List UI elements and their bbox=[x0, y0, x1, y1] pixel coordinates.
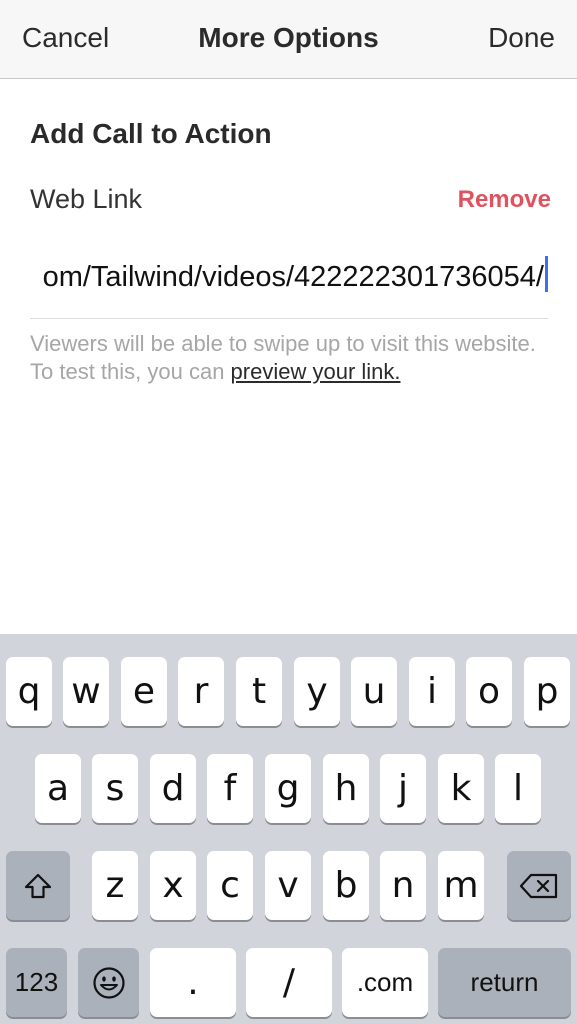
help-text: Viewers will be able to swipe up to visi… bbox=[30, 330, 550, 386]
preview-link[interactable]: preview your link. bbox=[231, 359, 401, 384]
keyboard: q w e r t y u i o p a s d f g h j k l z … bbox=[0, 634, 577, 1024]
key-y[interactable]: y bbox=[294, 657, 340, 726]
return-key[interactable]: return bbox=[438, 948, 571, 1017]
key-z[interactable]: z bbox=[92, 851, 138, 920]
key-h[interactable]: h bbox=[323, 754, 369, 823]
numbers-key[interactable]: 123 bbox=[6, 948, 67, 1017]
key-j[interactable]: j bbox=[380, 754, 426, 823]
emoji-icon bbox=[92, 966, 126, 1000]
url-input[interactable]: om/Tailwind/videos/422222301736054/ bbox=[30, 252, 548, 308]
web-link-label: Web Link bbox=[30, 184, 143, 214]
key-s[interactable]: s bbox=[92, 754, 138, 823]
key-b[interactable]: b bbox=[323, 851, 369, 920]
key-n[interactable]: n bbox=[380, 851, 426, 920]
key-c[interactable]: c bbox=[207, 851, 253, 920]
backspace-key[interactable] bbox=[507, 851, 571, 920]
url-input-wrapper: om/Tailwind/videos/422222301736054/ bbox=[43, 256, 548, 294]
key-m[interactable]: m bbox=[438, 851, 484, 920]
text-caret bbox=[545, 256, 548, 292]
dotcom-key[interactable]: .com bbox=[342, 948, 428, 1017]
shift-icon bbox=[23, 872, 53, 900]
key-p[interactable]: p bbox=[524, 657, 570, 726]
key-q[interactable]: q bbox=[6, 657, 52, 726]
key-k[interactable]: k bbox=[438, 754, 484, 823]
key-o[interactable]: o bbox=[466, 657, 512, 726]
done-button[interactable]: Done bbox=[488, 22, 555, 54]
key-e[interactable]: e bbox=[121, 657, 167, 726]
key-w[interactable]: w bbox=[63, 657, 109, 726]
url-input-value: om/Tailwind/videos/422222301736054/ bbox=[42, 261, 544, 293]
cancel-button[interactable]: Cancel bbox=[22, 22, 109, 54]
key-u[interactable]: u bbox=[351, 657, 397, 726]
shift-key[interactable] bbox=[6, 851, 70, 920]
key-d[interactable]: d bbox=[150, 754, 196, 823]
key-f[interactable]: f bbox=[207, 754, 253, 823]
section-title: Add Call to Action bbox=[30, 118, 272, 149]
remove-button[interactable]: Remove bbox=[458, 186, 551, 214]
key-t[interactable]: t bbox=[236, 657, 282, 726]
key-a[interactable]: a bbox=[35, 754, 81, 823]
key-g[interactable]: g bbox=[265, 754, 311, 823]
navigation-bar: Cancel More Options Done bbox=[0, 0, 577, 79]
period-key[interactable]: . bbox=[150, 948, 236, 1017]
emoji-key[interactable] bbox=[78, 948, 139, 1017]
divider bbox=[30, 318, 548, 319]
key-l[interactable]: l bbox=[495, 754, 541, 823]
key-i[interactable]: i bbox=[409, 657, 455, 726]
key-v[interactable]: v bbox=[265, 851, 311, 920]
key-r[interactable]: r bbox=[178, 657, 224, 726]
slash-key[interactable]: / bbox=[246, 948, 332, 1017]
key-x[interactable]: x bbox=[150, 851, 196, 920]
backspace-icon bbox=[519, 873, 559, 899]
